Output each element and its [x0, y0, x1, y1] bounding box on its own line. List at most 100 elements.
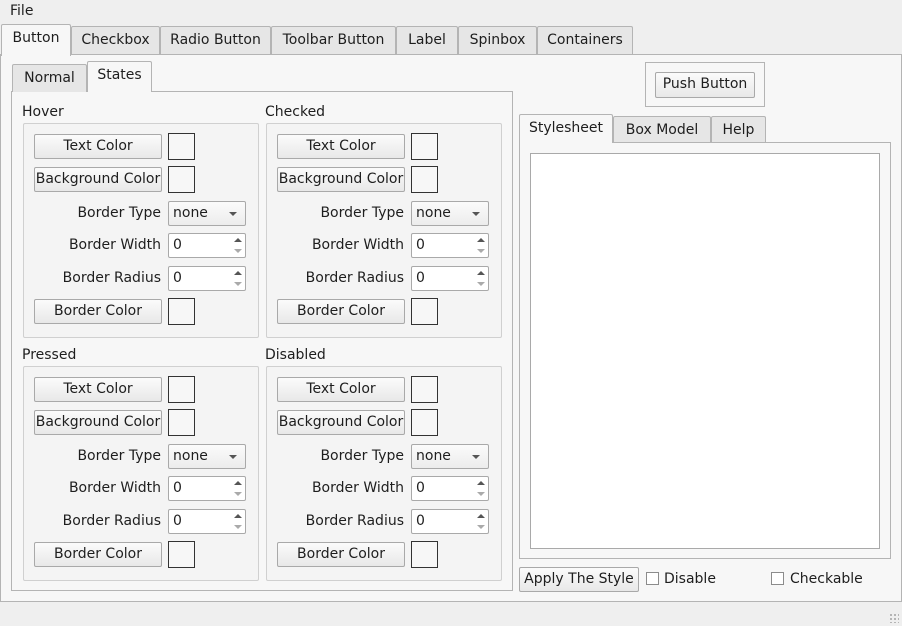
disabled-text-color-swatch[interactable]	[411, 376, 438, 403]
pressed-border-type-label: Border Type	[77, 448, 161, 464]
tab-box-model[interactable]: Box Model	[613, 116, 711, 142]
apply-style-button[interactable]: Apply The Style	[519, 567, 639, 592]
pressed-border-color-swatch[interactable]	[168, 541, 195, 568]
tab-normal[interactable]: Normal	[12, 64, 87, 92]
hover-border-color-button[interactable]: Border Color	[34, 299, 162, 324]
spin-down-icon[interactable]	[231, 246, 245, 257]
tab-containers[interactable]: Containers	[537, 26, 633, 54]
tab-stylesheet[interactable]: Stylesheet	[519, 114, 613, 143]
hover-border-type-value: none	[173, 205, 208, 221]
group-hover: Text Color Background Color Border Type …	[23, 123, 259, 338]
pressed-border-width-label: Border Width	[68, 480, 161, 496]
tab-states[interactable]: States	[87, 61, 152, 92]
checkable-label: Checkable	[790, 571, 863, 587]
hover-border-radius-spinbox[interactable]: 0	[168, 266, 246, 291]
hover-border-width-spinbox[interactable]: 0	[168, 233, 246, 258]
group-title-checked: Checked	[265, 104, 326, 120]
hover-text-color-swatch[interactable]	[168, 133, 195, 160]
tab-checkbox[interactable]: Checkbox	[71, 26, 160, 54]
disabled-border-width-spinbox[interactable]: 0	[411, 476, 489, 501]
pressed-border-radius-label: Border Radius	[62, 513, 161, 529]
spin-up-icon[interactable]	[474, 510, 488, 521]
tab-help[interactable]: Help	[711, 116, 766, 142]
disabled-border-radius-label: Border Radius	[305, 513, 404, 529]
preview-push-button[interactable]: Push Button	[655, 72, 755, 98]
pressed-background-color-swatch[interactable]	[168, 409, 195, 436]
checked-border-color-button[interactable]: Border Color	[277, 299, 405, 324]
menu-file[interactable]: File	[6, 1, 37, 21]
disabled-border-type-combo[interactable]: none	[411, 444, 489, 469]
checked-border-color-swatch[interactable]	[411, 298, 438, 325]
disabled-border-color-button[interactable]: Border Color	[277, 542, 405, 567]
checked-border-width-label: Border Width	[311, 237, 404, 253]
pressed-border-radius-spinbox[interactable]: 0	[168, 509, 246, 534]
checked-border-radius-spinbox[interactable]: 0	[411, 266, 489, 291]
group-title-pressed: Pressed	[22, 347, 77, 363]
stylesheet-editor[interactable]	[530, 153, 880, 549]
pressed-background-color-button[interactable]: Background Color	[34, 410, 162, 435]
checked-border-radius-value: 0	[416, 270, 425, 286]
spin-down-icon[interactable]	[474, 522, 488, 533]
hover-border-radius-value: 0	[173, 270, 182, 286]
disabled-background-color-swatch[interactable]	[411, 409, 438, 436]
group-disabled: Text Color Background Color Border Type …	[266, 366, 502, 581]
tab-radio-button[interactable]: Radio Button	[160, 26, 271, 54]
checked-border-width-spinbox[interactable]: 0	[411, 233, 489, 258]
hover-border-type-combo[interactable]: none	[168, 201, 246, 226]
disabled-border-radius-value: 0	[416, 513, 425, 529]
disabled-border-radius-spinbox[interactable]: 0	[411, 509, 489, 534]
spin-up-icon[interactable]	[474, 234, 488, 245]
checked-text-color-swatch[interactable]	[411, 133, 438, 160]
pressed-border-type-combo[interactable]: none	[168, 444, 246, 469]
hover-text-color-button[interactable]: Text Color	[34, 134, 162, 159]
checked-text-color-button[interactable]: Text Color	[277, 134, 405, 159]
checked-border-type-combo[interactable]: none	[411, 201, 489, 226]
spin-down-icon[interactable]	[231, 522, 245, 533]
pressed-text-color-swatch[interactable]	[168, 376, 195, 403]
hover-background-color-swatch[interactable]	[168, 166, 195, 193]
tab-toolbar-button[interactable]: Toolbar Button	[271, 26, 396, 54]
chevron-down-icon	[472, 455, 480, 459]
disabled-text-color-button[interactable]: Text Color	[277, 377, 405, 402]
spin-up-icon[interactable]	[231, 234, 245, 245]
tab-label[interactable]: Label	[396, 26, 458, 54]
spin-up-icon[interactable]	[231, 477, 245, 488]
resize-grip-icon[interactable]	[889, 613, 899, 623]
disabled-border-width-value: 0	[416, 480, 425, 496]
hover-border-width-label: Border Width	[68, 237, 161, 253]
disabled-border-color-swatch[interactable]	[411, 541, 438, 568]
spin-down-icon[interactable]	[474, 279, 488, 290]
hover-border-radius-label: Border Radius	[62, 270, 161, 286]
preview-frame: Push Button	[645, 62, 765, 107]
pressed-border-width-value: 0	[173, 480, 182, 496]
disable-checkbox[interactable]	[646, 572, 659, 585]
spin-down-icon[interactable]	[474, 246, 488, 257]
tab-spinbox[interactable]: Spinbox	[458, 26, 537, 54]
spin-down-icon[interactable]	[231, 279, 245, 290]
chevron-down-icon	[229, 212, 237, 216]
checked-background-color-button[interactable]: Background Color	[277, 167, 405, 192]
menu-bar: File	[0, 0, 902, 22]
tab-button[interactable]: Button	[1, 24, 71, 56]
spin-down-icon[interactable]	[231, 489, 245, 500]
pressed-border-color-button[interactable]: Border Color	[34, 542, 162, 567]
hover-border-type-label: Border Type	[77, 205, 161, 221]
disabled-background-color-button[interactable]: Background Color	[277, 410, 405, 435]
chevron-down-icon	[229, 455, 237, 459]
spin-down-icon[interactable]	[474, 489, 488, 500]
group-title-hover: Hover	[22, 104, 64, 120]
spin-up-icon[interactable]	[474, 477, 488, 488]
pressed-border-width-spinbox[interactable]: 0	[168, 476, 246, 501]
group-title-disabled: Disabled	[265, 347, 326, 363]
hover-background-color-button[interactable]: Background Color	[34, 167, 162, 192]
checked-background-color-swatch[interactable]	[411, 166, 438, 193]
checkable-checkbox[interactable]	[771, 572, 784, 585]
hover-border-color-swatch[interactable]	[168, 298, 195, 325]
spin-up-icon[interactable]	[231, 267, 245, 278]
hover-border-width-value: 0	[173, 237, 182, 253]
spin-up-icon[interactable]	[231, 510, 245, 521]
spin-up-icon[interactable]	[474, 267, 488, 278]
pressed-text-color-button[interactable]: Text Color	[34, 377, 162, 402]
group-pressed: Text Color Background Color Border Type …	[23, 366, 259, 581]
disabled-border-width-label: Border Width	[311, 480, 404, 496]
